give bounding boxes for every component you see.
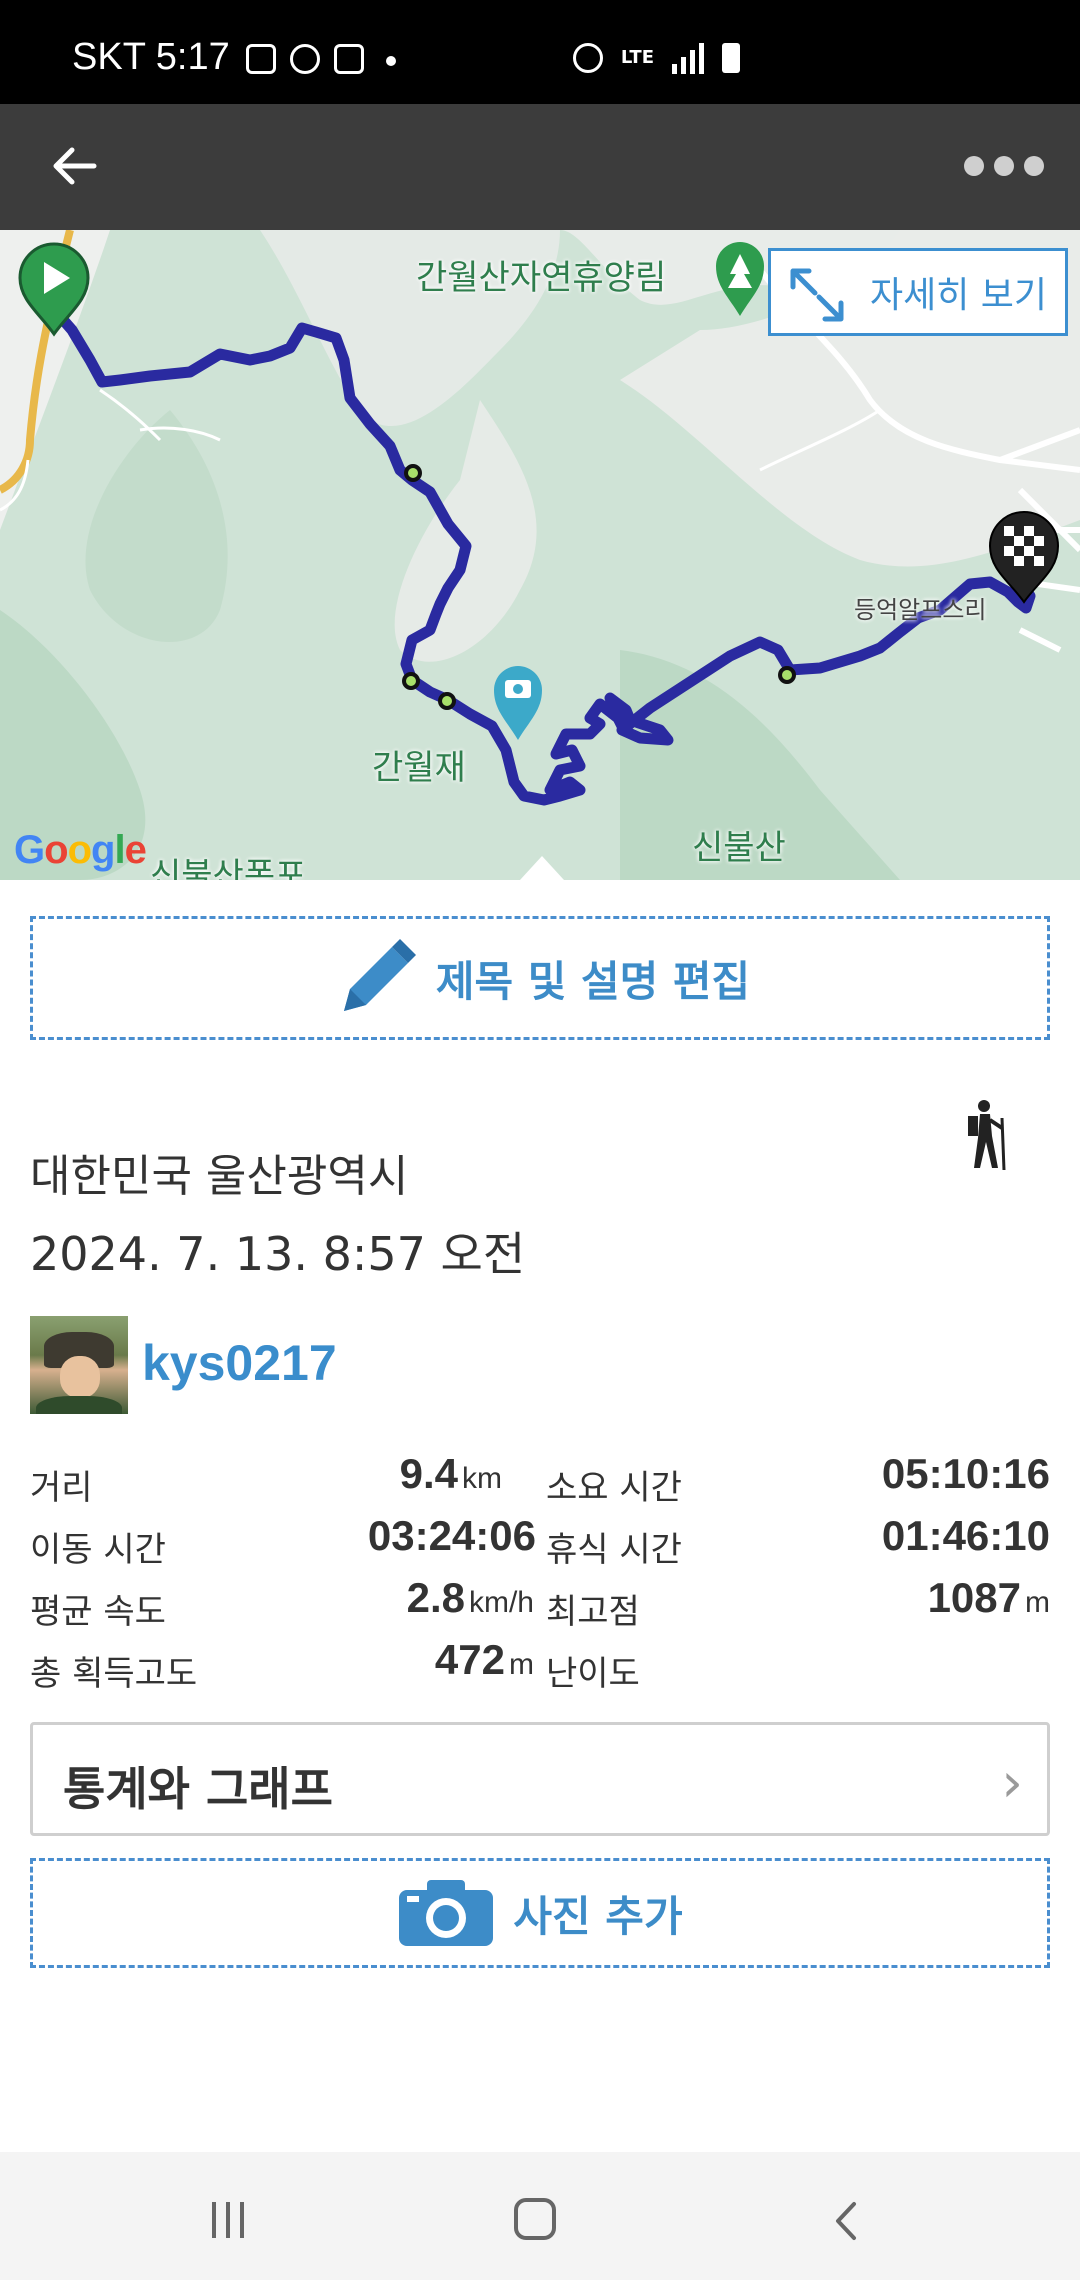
battery-icon	[722, 43, 740, 73]
activity-location: 대한민국 울산광역시	[30, 1151, 409, 1202]
add-photo-label: 사진 추가	[513, 1891, 683, 1941]
map-label-bottom-left: 신불산폭포	[150, 856, 307, 880]
nav-back-icon[interactable]	[822, 2196, 872, 2246]
avatar[interactable]	[30, 1316, 128, 1414]
recent-apps-icon[interactable]	[212, 2202, 244, 2238]
elevation-gain-label: 총 획득고도	[30, 1654, 198, 1694]
home-icon[interactable]	[514, 2198, 556, 2240]
map-label-forest: 간월산자연휴양림	[416, 258, 667, 298]
chevron-right-icon: ›	[1001, 1751, 1023, 1814]
route-map[interactable]: 간월산자연휴양림 간월재 등억알프스리 신불산 신불산폭포 자세히 보기 Goo…	[0, 230, 1080, 880]
status-time: SKT 5:17	[72, 36, 230, 78]
activity-datetime: 2024. 7. 13. 8:57 오전	[30, 1227, 526, 1281]
max-elevation-label: 최고점	[546, 1592, 640, 1632]
moving-time-label: 이동 시간	[30, 1530, 166, 1570]
stat-row-1: 거리 9.4 km 소요 시간 05:10:16	[30, 1448, 1050, 1510]
max-elevation-value: 1087 m	[927, 1574, 1050, 1621]
total-time-label: 소요 시간	[546, 1468, 682, 1508]
alarm-icon	[572, 43, 603, 73]
signal-icon	[672, 42, 704, 74]
expand-map-label: 자세히 보기	[869, 275, 1047, 316]
system-nav-bar	[0, 2152, 1080, 2280]
total-time-value: 05:10:16	[881, 1450, 1050, 1497]
map-label-pass: 간월재	[372, 748, 466, 788]
camera-icon	[399, 1880, 494, 1946]
pencil-icon	[343, 939, 416, 1011]
distance-label: 거리	[30, 1468, 93, 1508]
username-link[interactable]: kys0217	[142, 1334, 337, 1392]
messenger-icon	[334, 44, 364, 74]
expand-arrows-icon	[790, 268, 844, 322]
expand-map-button[interactable]: 자세히 보기	[768, 248, 1068, 336]
difficulty-label: 난이도	[546, 1654, 640, 1694]
notification-icons	[246, 44, 396, 74]
system-icons: LTE	[572, 42, 740, 74]
app-bar	[0, 104, 1080, 230]
edit-title-button[interactable]: 제목 및 설명 편집	[30, 916, 1050, 1040]
rest-time-value: 01:46:10	[881, 1512, 1050, 1559]
rest-time-label: 휴식 시간	[546, 1530, 682, 1570]
distance-value: 9.4 km	[399, 1450, 502, 1497]
more-dots-icon[interactable]	[964, 156, 1044, 176]
google-logo: Google	[14, 828, 147, 872]
facebook-icon	[290, 44, 320, 74]
avg-speed-label: 평균 속도	[30, 1592, 166, 1632]
edit-title-label: 제목 및 설명 편집	[435, 956, 751, 1006]
map-label-village: 등억알프스리	[854, 596, 987, 624]
stat-row-4: 총 획득고도 472 m 난이도	[30, 1634, 1050, 1696]
stat-row-2: 이동 시간 03:24:06 휴식 시간 01:46:10	[30, 1510, 1050, 1572]
add-photo-button[interactable]: 사진 추가	[30, 1858, 1050, 1968]
back-arrow-icon[interactable]	[46, 138, 102, 194]
stats-graph-label: 통계와 그래프	[63, 1762, 333, 1816]
moving-time-value: 03:24:06	[367, 1512, 536, 1559]
map-label-mountain: 신불산	[692, 828, 786, 868]
map-pointer	[520, 856, 564, 880]
lte-icon: LTE	[620, 47, 654, 68]
elevation-gain-value: 472 m	[434, 1636, 534, 1683]
stats-graph-button[interactable]: 통계와 그래프 ›	[30, 1722, 1050, 1836]
hiking-icon	[968, 1100, 1006, 1171]
more-notifications-icon	[386, 56, 396, 66]
gallery-icon	[246, 44, 276, 74]
stat-row-3: 평균 속도 2.8 km/h 최고점 1087 m	[30, 1572, 1050, 1634]
status-bar: SKT 5:17 LTE	[0, 0, 1080, 104]
stats-table: 거리 9.4 km 소요 시간 05:10:16 이동 시간 03:24:06 휴…	[30, 1448, 1050, 1696]
avg-speed-value: 2.8 km/h	[406, 1574, 534, 1621]
